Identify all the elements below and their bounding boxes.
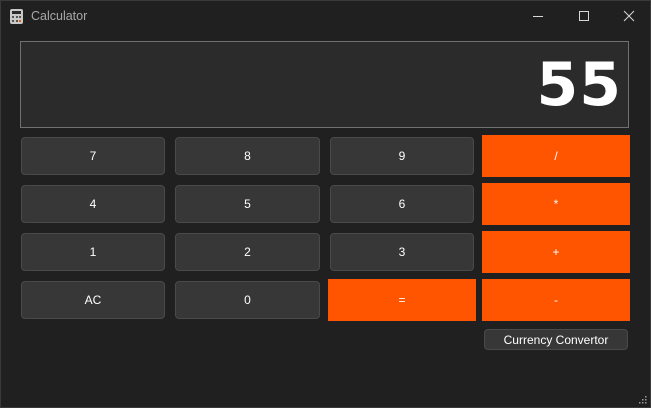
close-button[interactable]	[606, 1, 651, 32]
close-icon	[623, 10, 635, 22]
key-divide[interactable]: /	[482, 135, 630, 177]
key-0[interactable]: 0	[175, 281, 320, 319]
window-title: Calculator	[31, 9, 88, 23]
maximize-button[interactable]	[561, 1, 607, 32]
key-8[interactable]: 8	[175, 137, 320, 175]
calculator-icon	[10, 9, 23, 24]
key-5[interactable]: 5	[175, 185, 320, 223]
key-equals[interactable]: =	[328, 279, 476, 321]
key-6[interactable]: 6	[330, 185, 474, 223]
key-7[interactable]: 7	[21, 137, 165, 175]
minimize-button[interactable]	[515, 1, 561, 32]
minimize-icon	[533, 16, 543, 17]
key-9[interactable]: 9	[330, 137, 474, 175]
title-bar: Calculator	[1, 1, 650, 32]
key-add[interactable]: +	[482, 231, 630, 273]
currency-convertor-button[interactable]: Currency Convertor	[484, 329, 628, 350]
key-4[interactable]: 4	[21, 185, 165, 223]
key-ac[interactable]: AC	[21, 281, 165, 319]
key-subtract[interactable]: -	[482, 279, 630, 321]
key-3[interactable]: 3	[330, 233, 474, 271]
maximize-icon	[579, 11, 589, 21]
resize-grip-icon[interactable]	[639, 396, 647, 404]
result-display: 55	[20, 41, 629, 128]
key-2[interactable]: 2	[175, 233, 320, 271]
key-1[interactable]: 1	[21, 233, 165, 271]
calculator-window: Calculator 55 7 8 9 / 4 5 6 * 1 2 3 + AC…	[0, 0, 651, 408]
key-multiply[interactable]: *	[482, 183, 630, 225]
display-value: 55	[536, 50, 622, 120]
